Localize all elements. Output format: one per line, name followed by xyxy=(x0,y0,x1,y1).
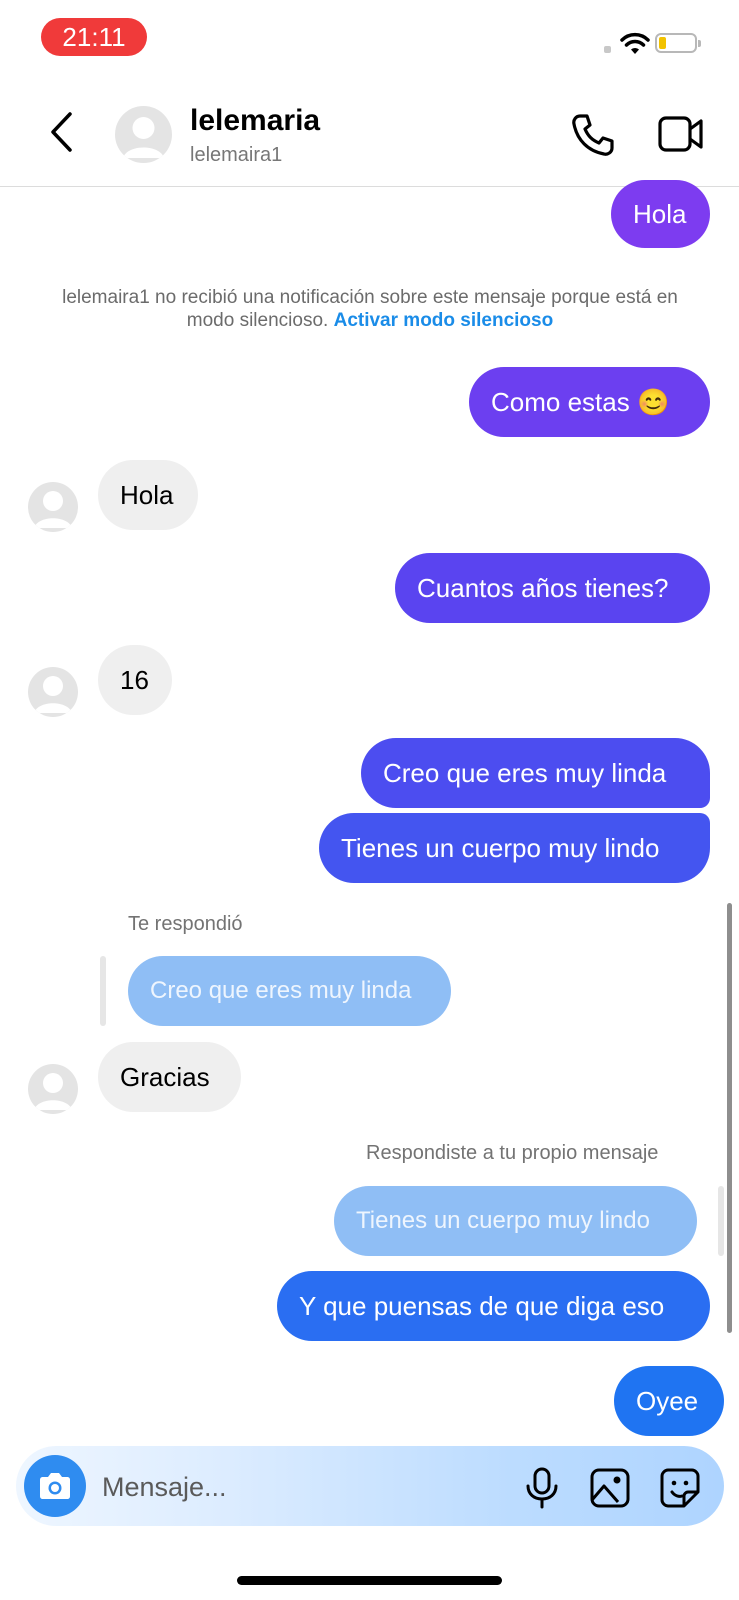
activate-silent-mode-link[interactable]: Activar modo silencioso xyxy=(334,310,554,331)
message-composer xyxy=(16,1446,724,1526)
wifi-icon xyxy=(620,32,650,54)
default-avatar-icon xyxy=(123,117,164,158)
quoted-message[interactable]: Tienes un cuerpo muy lindo xyxy=(334,1186,697,1256)
reply-quote-bar xyxy=(718,1186,724,1256)
reply-label: Te respondió xyxy=(128,913,243,935)
message-incoming[interactable]: Hola xyxy=(98,460,198,530)
signal-dot xyxy=(604,46,611,53)
contact-avatar[interactable] xyxy=(115,106,172,163)
camera-button[interactable] xyxy=(24,1455,86,1517)
phone-call-icon[interactable] xyxy=(570,112,616,158)
video-call-icon[interactable] xyxy=(657,114,705,154)
chat-header: lelemaria lelemaira1 xyxy=(0,92,739,187)
message-input[interactable] xyxy=(100,1464,404,1510)
contact-name[interactable]: lelemaria xyxy=(190,104,320,138)
status-icons xyxy=(604,30,709,60)
message-outgoing[interactable]: Cuantos años tienes? xyxy=(395,553,710,623)
message-incoming[interactable]: 16 xyxy=(98,645,172,715)
message-outgoing[interactable]: Oyee xyxy=(614,1366,724,1436)
gallery-icon[interactable] xyxy=(588,1466,632,1510)
message-outgoing[interactable]: Como estas 😊 xyxy=(469,367,710,437)
home-indicator[interactable] xyxy=(237,1576,502,1585)
sender-avatar xyxy=(28,482,78,532)
message-outgoing[interactable]: Creo que eres muy linda xyxy=(361,738,710,808)
status-time: 21:11 xyxy=(41,18,147,56)
message-incoming[interactable]: Gracias xyxy=(98,1042,241,1112)
battery-icon xyxy=(655,33,701,53)
reply-quote-bar xyxy=(100,956,106,1026)
quoted-message[interactable]: Creo que eres muy linda xyxy=(128,956,451,1026)
message-outgoing[interactable]: Y que puensas de que diga eso xyxy=(277,1271,710,1341)
camera-icon xyxy=(40,1473,70,1499)
sticker-icon[interactable] xyxy=(658,1466,702,1510)
microphone-icon[interactable] xyxy=(522,1466,562,1510)
sender-avatar xyxy=(28,1064,78,1114)
message-outgoing[interactable]: Tienes un cuerpo muy lindo xyxy=(319,813,710,883)
message-outgoing[interactable]: Hola xyxy=(611,180,710,248)
contact-username: lelemaira1 xyxy=(190,144,283,166)
silent-mode-notice: lelemaira1 no recibió una notificación s… xyxy=(60,286,680,332)
scrollbar[interactable] xyxy=(727,903,732,1333)
sender-avatar xyxy=(28,667,78,717)
back-arrow-icon[interactable] xyxy=(46,110,76,154)
reply-label: Respondiste a tu propio mensaje xyxy=(366,1142,659,1164)
